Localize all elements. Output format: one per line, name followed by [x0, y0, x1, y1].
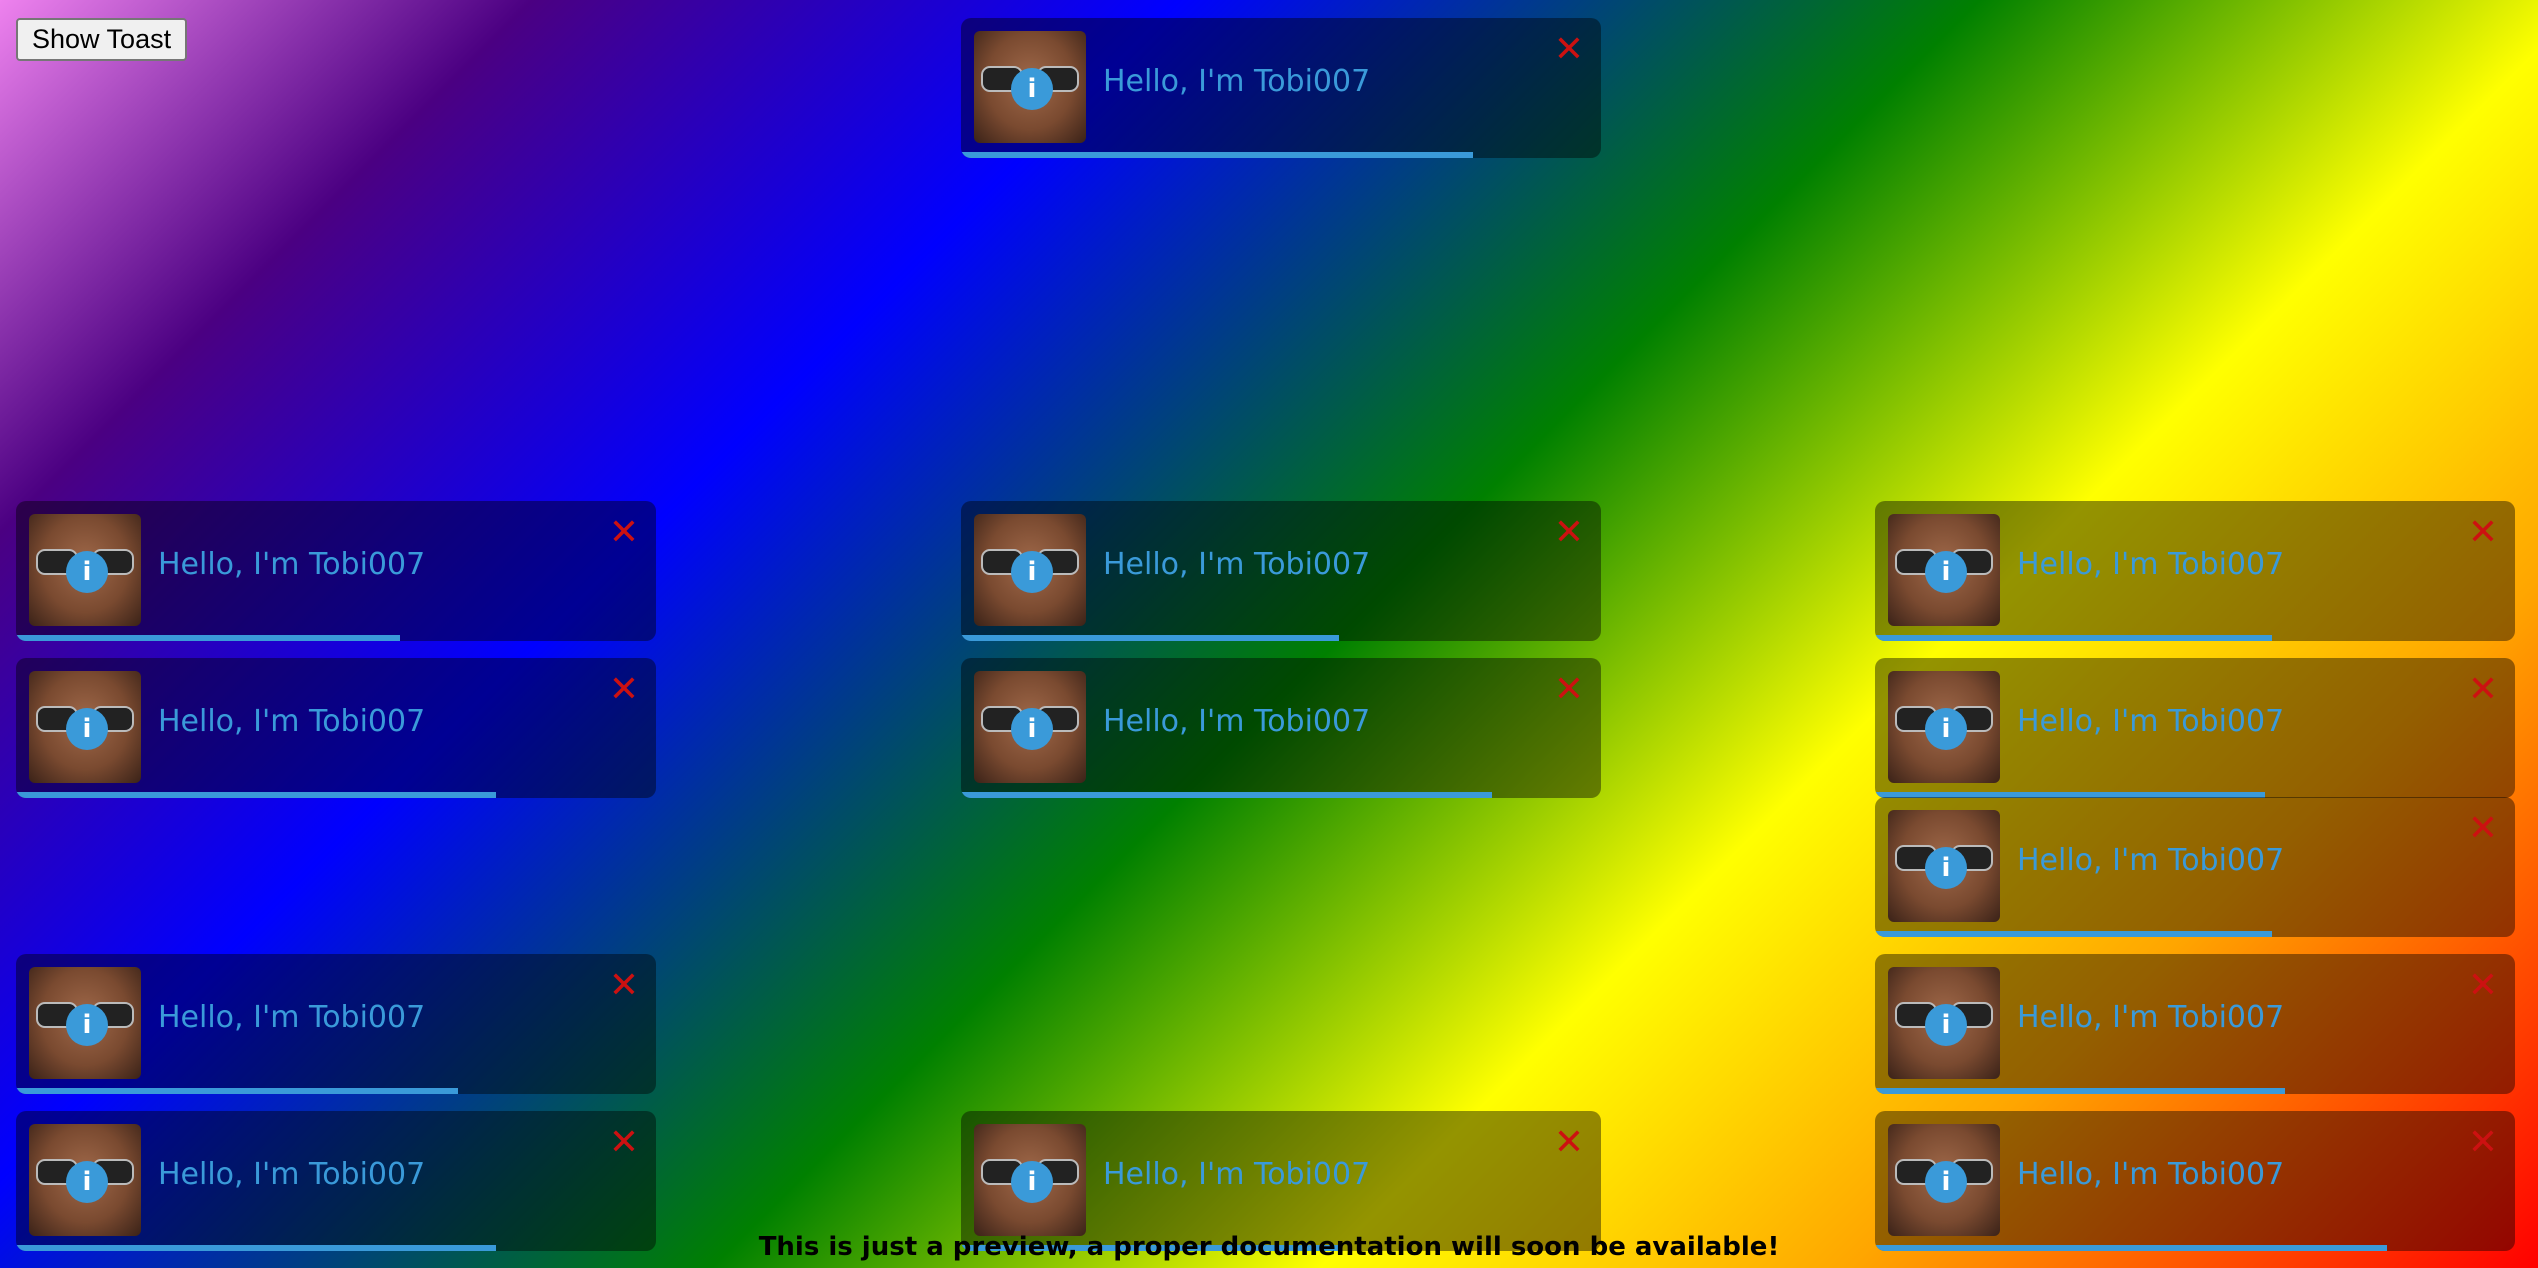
toast-message: Hello, I'm Tobi007	[1103, 64, 1371, 99]
toast[interactable]: i Hello, I'm Tobi007 ✕	[16, 1111, 656, 1251]
toast[interactable]: i Hello, I'm Tobi007 ✕	[1875, 954, 2515, 1094]
toast-message: Hello, I'm Tobi007	[2017, 547, 2285, 582]
close-icon[interactable]: ✕	[604, 670, 644, 710]
toast-message: Hello, I'm Tobi007	[158, 704, 426, 739]
toast-progress-bar	[1875, 1088, 2285, 1094]
toast[interactable]: i Hello, I'm Tobi007 ✕	[1875, 658, 2515, 798]
toast-message: Hello, I'm Tobi007	[2017, 1157, 2285, 1192]
toast-progress-bar	[16, 1088, 458, 1094]
toast[interactable]: i Hello, I'm Tobi007 ✕	[1875, 501, 2515, 641]
close-icon[interactable]: ✕	[2463, 809, 2503, 849]
toast-message: Hello, I'm Tobi007	[2017, 704, 2285, 739]
info-icon: i	[1925, 1004, 1967, 1046]
info-icon: i	[1925, 551, 1967, 593]
close-icon[interactable]: ✕	[1549, 513, 1589, 553]
close-icon[interactable]: ✕	[1549, 30, 1589, 70]
close-icon[interactable]: ✕	[604, 1123, 644, 1163]
close-icon[interactable]: ✕	[1549, 670, 1589, 710]
toast-message: Hello, I'm Tobi007	[158, 1157, 426, 1192]
toast[interactable]: i Hello, I'm Tobi007 ✕	[961, 501, 1601, 641]
close-icon[interactable]: ✕	[2463, 670, 2503, 710]
close-icon[interactable]: ✕	[604, 966, 644, 1006]
toast[interactable]: i Hello, I'm Tobi007 ✕	[16, 658, 656, 798]
close-icon[interactable]: ✕	[2463, 966, 2503, 1006]
info-icon: i	[1011, 708, 1053, 750]
toast-message: Hello, I'm Tobi007	[2017, 1000, 2285, 1035]
toast-message: Hello, I'm Tobi007	[1103, 547, 1371, 582]
toast-message: Hello, I'm Tobi007	[1103, 704, 1371, 739]
toast-progress-bar	[1875, 931, 2272, 937]
toast[interactable]: i Hello, I'm Tobi007 ✕	[1875, 1111, 2515, 1251]
toast[interactable]: i Hello, I'm Tobi007 ✕	[16, 501, 656, 641]
info-icon: i	[1925, 708, 1967, 750]
toast-progress-bar	[16, 635, 400, 641]
info-icon: i	[1011, 551, 1053, 593]
info-icon: i	[66, 1004, 108, 1046]
toast[interactable]: i Hello, I'm Tobi007 ✕	[961, 658, 1601, 798]
footer-note: This is just a preview, a proper documen…	[758, 1232, 1780, 1262]
toast-progress-bar	[961, 152, 1473, 158]
toast[interactable]: i Hello, I'm Tobi007 ✕	[1875, 797, 2515, 937]
info-icon: i	[66, 708, 108, 750]
toast-progress-bar	[1875, 635, 2272, 641]
close-icon[interactable]: ✕	[2463, 513, 2503, 553]
toast-progress-bar	[16, 792, 496, 798]
toast-progress-bar	[961, 635, 1339, 641]
toast[interactable]: i Hello, I'm Tobi007 ✕	[961, 18, 1601, 158]
info-icon: i	[66, 551, 108, 593]
toast[interactable]: i Hello, I'm Tobi007 ✕	[16, 954, 656, 1094]
close-icon[interactable]: ✕	[604, 513, 644, 553]
info-icon: i	[1011, 68, 1053, 110]
toast-message: Hello, I'm Tobi007	[1103, 1157, 1371, 1192]
info-icon: i	[1011, 1161, 1053, 1203]
close-icon[interactable]: ✕	[1549, 1123, 1589, 1163]
toast-message: Hello, I'm Tobi007	[2017, 843, 2285, 878]
close-icon[interactable]: ✕	[2463, 1123, 2503, 1163]
show-toast-button[interactable]: Show Toast	[16, 18, 188, 61]
info-icon: i	[66, 1161, 108, 1203]
toast-progress-bar	[961, 792, 1493, 798]
info-icon: i	[1925, 847, 1967, 889]
info-icon: i	[1925, 1161, 1967, 1203]
toast[interactable]: i Hello, I'm Tobi007 ✕	[961, 1111, 1601, 1251]
toast-message: Hello, I'm Tobi007	[158, 1000, 426, 1035]
toast-message: Hello, I'm Tobi007	[158, 547, 426, 582]
